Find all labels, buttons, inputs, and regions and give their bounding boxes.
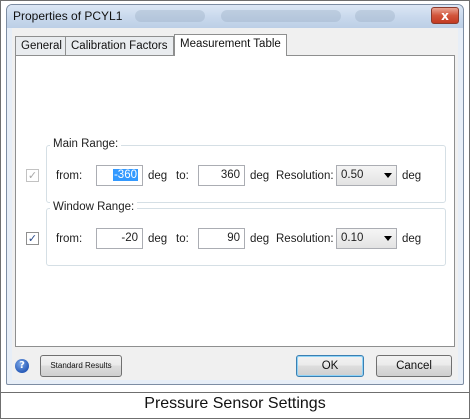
check-icon: ✓	[27, 232, 38, 245]
caption-divider	[0, 392, 470, 393]
window-from-unit: deg	[148, 233, 168, 245]
main-range-checkbox[interactable]: ✓	[26, 169, 39, 182]
main-from-value: -360	[112, 169, 138, 181]
chevron-down-icon	[384, 236, 392, 241]
main-to-label: to:	[176, 170, 189, 182]
window-to-input[interactable]: 90	[198, 228, 245, 249]
window-from-input[interactable]: -20	[96, 228, 143, 249]
main-resolution-select[interactable]: 0.50	[336, 165, 397, 186]
main-to-input[interactable]: 360	[198, 165, 245, 186]
measurement-table-panel: Main Range: ✓ from: -360 deg to: 360 deg…	[15, 55, 455, 347]
figure-caption: Pressure Sensor Settings	[144, 395, 326, 412]
title-blur	[355, 10, 395, 22]
main-from-label: from:	[56, 170, 83, 182]
chevron-down-icon	[384, 173, 392, 178]
main-resolution-unit: deg	[402, 170, 422, 182]
close-icon: x	[441, 8, 449, 23]
tab-measurement-table[interactable]: Measurement Table	[174, 34, 287, 56]
window-resolution-value: 0.10	[341, 232, 364, 244]
window-range-label: Window Range:	[50, 201, 138, 213]
check-icon: ✓	[27, 169, 38, 182]
main-from-input[interactable]: -360	[96, 165, 143, 186]
main-resolution-value: 0.50	[341, 169, 364, 181]
close-button[interactable]: x	[431, 7, 459, 24]
cancel-button[interactable]: Cancel	[376, 355, 452, 377]
window-resolution-unit: deg	[402, 233, 422, 245]
main-range-label: Main Range:	[50, 138, 122, 150]
help-icon[interactable]: ?	[15, 359, 29, 373]
main-to-unit: deg	[250, 170, 270, 182]
main-from-unit: deg	[148, 170, 168, 182]
window-from-label: from:	[56, 233, 83, 245]
title-blur	[221, 10, 341, 22]
window-to-unit: deg	[250, 233, 270, 245]
title-bar[interactable]: Properties of PCYL1 x	[7, 5, 463, 28]
window-range-checkbox[interactable]: ✓	[26, 232, 39, 245]
window-to-value: 90	[227, 232, 240, 244]
window-resolution-select[interactable]: 0.10	[336, 228, 397, 249]
window-from-value: -20	[121, 232, 138, 244]
ok-button[interactable]: OK	[296, 355, 364, 377]
title-blur	[135, 10, 205, 22]
standard-results-button[interactable]: Standard Results	[40, 355, 122, 377]
main-to-value: 360	[220, 169, 240, 181]
main-resolution-label: Resolution:	[276, 170, 334, 182]
properties-dialog: Properties of PCYL1 x General Calibratio…	[6, 4, 464, 385]
dialog-client: General Calibration Factors Measurement …	[12, 28, 458, 380]
window-resolution-label: Resolution:	[276, 233, 334, 245]
tab-general[interactable]: General	[15, 36, 68, 55]
window-title: Properties of PCYL1	[13, 9, 123, 23]
tab-calibration-factors[interactable]: Calibration Factors	[65, 36, 174, 55]
window-to-label: to:	[176, 233, 189, 245]
